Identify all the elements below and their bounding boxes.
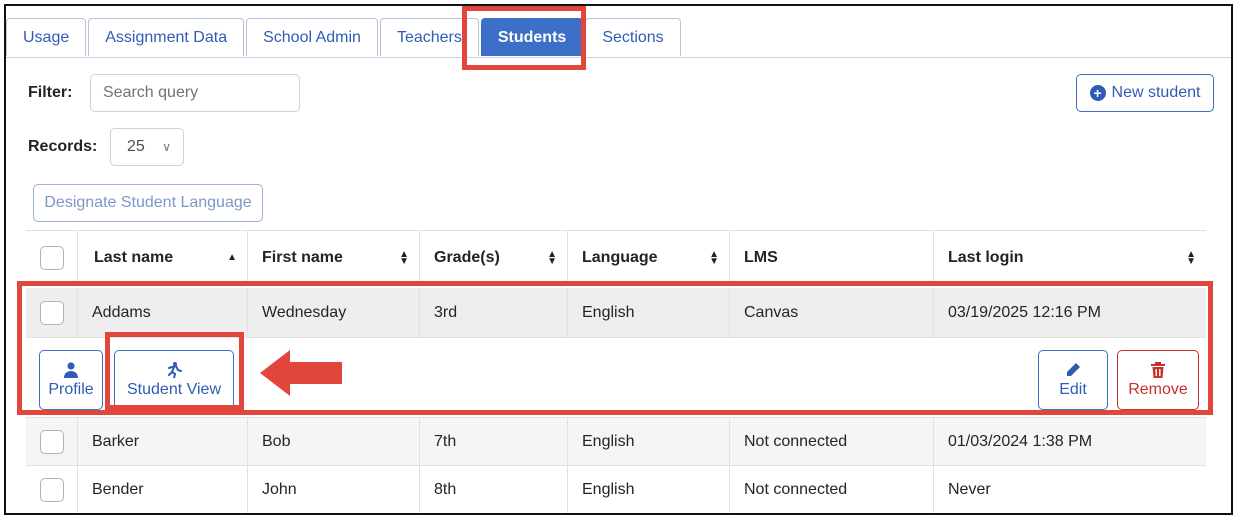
row-checkbox[interactable] [39, 477, 64, 502]
col-lms: LMS [730, 231, 934, 284]
col-grades[interactable]: Grade(s) ▲ ▼ [420, 231, 568, 284]
remove-button[interactable]: Remove [1117, 350, 1199, 410]
plus-circle-icon: + [1089, 85, 1106, 101]
col-language-label: Language [582, 248, 658, 266]
cell-language: English [568, 418, 730, 465]
table-row[interactable]: Barker Bob 7th English Not connected 01/… [26, 418, 1206, 466]
records-label: Records: [28, 138, 98, 155]
cell-last-name: Barker [78, 418, 248, 465]
sort-icon: ▲ ▼ [547, 248, 557, 267]
filter-label: Filter: [28, 84, 73, 101]
edit-label: Edit [1059, 380, 1087, 398]
table-row[interactable]: Addams Wednesday 3rd English Canvas 03/1… [26, 288, 1206, 338]
new-student-label: New student [1111, 84, 1201, 101]
tab-bar: Usage Assignment Data School Admin Teach… [6, 18, 683, 58]
cell-grade: 7th [420, 418, 568, 465]
edit-button[interactable]: Edit [1038, 350, 1108, 410]
row-checkbox-cell [26, 288, 78, 337]
col-last-login-label: Last login [948, 248, 1024, 266]
cell-first-name: Bob [248, 418, 420, 465]
sort-icon: ▲ ▼ [709, 248, 719, 267]
col-language[interactable]: Language ▲ ▼ [568, 231, 730, 284]
trash-icon [1151, 361, 1165, 378]
cell-first-name: John [248, 466, 420, 513]
arrow-left-icon [260, 350, 342, 396]
row-checkbox[interactable] [39, 300, 64, 325]
col-last-name[interactable]: Last name ▲ [78, 231, 248, 284]
sort-icon: ▲ ▼ [1186, 248, 1196, 267]
pencil-icon [1067, 362, 1080, 376]
col-first-name-label: First name [262, 248, 343, 266]
cell-grade: 8th [420, 466, 568, 513]
cell-last-name: Addams [78, 288, 248, 337]
table-header: Last name ▲ First name ▲ ▼ Grade(s) ▲ ▼ La… [26, 230, 1206, 286]
new-student-button[interactable]: + New student [1076, 74, 1214, 112]
tab-school-admin[interactable]: School Admin [246, 18, 378, 56]
col-grades-label: Grade(s) [434, 248, 500, 266]
cell-language: English [568, 466, 730, 513]
col-last-name-label: Last name [94, 248, 174, 266]
select-all-cell [26, 231, 78, 284]
row-checkbox-cell [26, 418, 78, 465]
cell-language: English [568, 288, 730, 337]
cell-lms: Not connected [730, 466, 934, 513]
col-first-name[interactable]: First name ▲ ▼ [248, 231, 420, 284]
row-checkbox-cell [26, 466, 78, 513]
table-row[interactable]: Bender John 8th English Not connected Ne… [26, 466, 1206, 513]
cell-lms: Not connected [730, 418, 934, 465]
designate-language-button[interactable]: Designate Student Language [33, 184, 263, 222]
tab-sections[interactable]: Sections [585, 18, 681, 56]
records-select[interactable]: 25 ∨ [110, 128, 184, 166]
chevron-down-icon: ∨ [162, 140, 171, 154]
cell-last-login: 01/03/2024 1:38 PM [948, 432, 1093, 450]
running-person-icon [168, 361, 182, 378]
search-input[interactable] [90, 74, 300, 112]
cell-lms: Canvas [730, 288, 934, 337]
cell-last-login: Never [948, 480, 991, 498]
sort-icon: ▲ ▼ [399, 248, 409, 267]
select-all-checkbox[interactable] [39, 245, 64, 270]
cell-grade: 3rd [420, 288, 568, 337]
profile-label: Profile [48, 380, 94, 398]
tab-teachers[interactable]: Teachers [379, 18, 479, 56]
cell-last-name: Bender [78, 466, 248, 513]
admin-panel: Usage Assignment Data School Admin Teach… [4, 4, 1233, 515]
tab-assignment-data[interactable]: Assignment Data [88, 18, 245, 56]
row-actions: Profile Student View Edit Remove [26, 338, 1206, 418]
person-icon [64, 361, 78, 378]
cell-first-name: Wednesday [248, 288, 420, 337]
records-value: 25 [127, 138, 145, 155]
student-view-label: Student View [127, 380, 221, 398]
tab-usage[interactable]: Usage [6, 18, 87, 56]
profile-button[interactable]: Profile [39, 350, 103, 410]
row-checkbox[interactable] [39, 429, 64, 454]
remove-label: Remove [1128, 380, 1188, 398]
sort-asc-icon: ▲ [227, 252, 237, 263]
cell-last-login: 03/19/2025 12:16 PM [948, 303, 1102, 321]
col-lms-label: LMS [744, 248, 778, 266]
tab-divider [6, 57, 1231, 58]
col-last-login[interactable]: Last login ▲ ▼ [934, 231, 1206, 284]
student-view-button[interactable]: Student View [114, 350, 234, 410]
tab-students[interactable]: Students [480, 18, 584, 56]
